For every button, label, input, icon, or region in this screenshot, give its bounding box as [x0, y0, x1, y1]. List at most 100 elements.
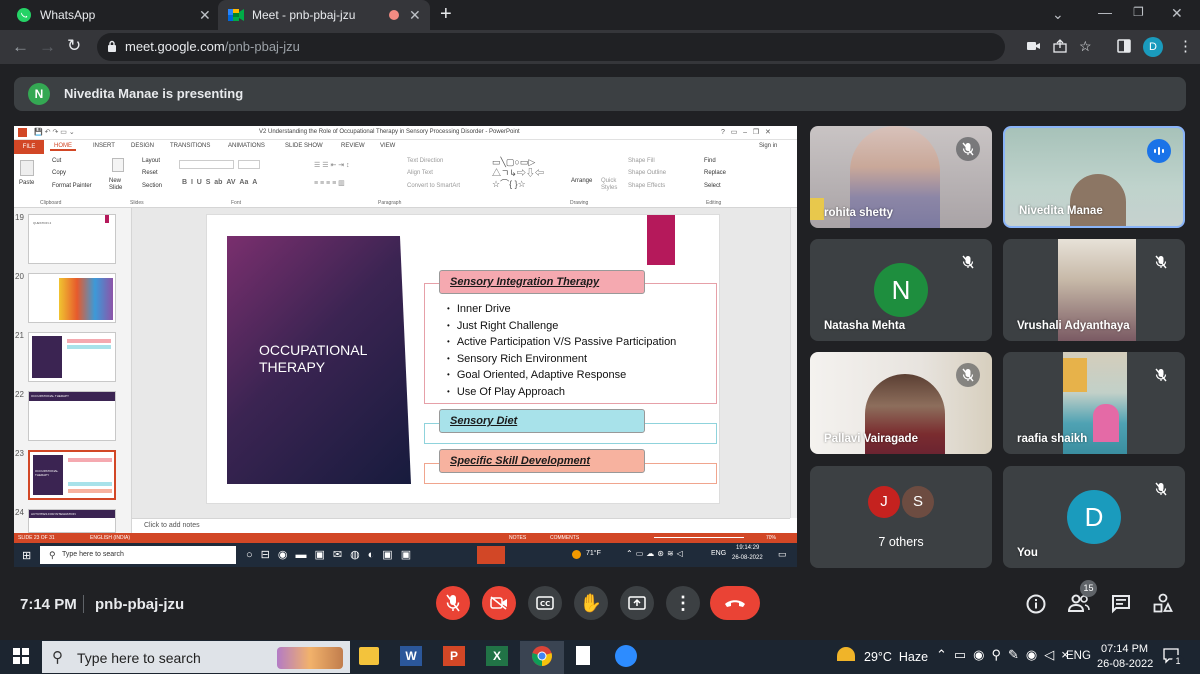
clock-date[interactable]: 26-08-2022: [1097, 658, 1153, 670]
language-indicator[interactable]: ENG: [1066, 650, 1091, 662]
comments-toggle[interactable]: COMMENTS: [550, 535, 579, 541]
tab-whatsapp[interactable]: WhatsApp: [8, 0, 216, 30]
mic-toggle-button[interactable]: [436, 586, 470, 620]
paste-button[interactable]: Paste: [19, 180, 34, 186]
bookmark-star-icon[interactable]: ☆: [1079, 38, 1092, 55]
slide-thumbnail[interactable]: OCCUPATIONAL THERAPY: [28, 391, 116, 441]
chat-icon[interactable]: [1111, 594, 1131, 614]
slide-thumbnail[interactable]: QUESTION 4: [28, 214, 116, 264]
slide-thumbnail[interactable]: [28, 273, 116, 323]
participant-tile[interactable]: Pallavi Vairagade: [810, 352, 992, 454]
profile-avatar[interactable]: D: [1143, 37, 1163, 57]
lock-icon[interactable]: [107, 40, 117, 52]
notepad-icon[interactable]: [576, 646, 590, 665]
share-icon[interactable]: [1053, 39, 1067, 53]
paste-icon[interactable]: [20, 160, 34, 176]
participant-tile[interactable]: raafia shaikh: [1003, 352, 1185, 454]
participant-tile[interactable]: N Natasha Mehta: [810, 239, 992, 341]
tab-meet[interactable]: Meet - pnb-pbaj-jzu: [218, 0, 430, 30]
font-name-select[interactable]: [179, 160, 234, 169]
font-format-icons[interactable]: B I U S ab AV Aa A: [182, 179, 257, 186]
arrange-button[interactable]: Arrange: [571, 178, 592, 184]
zoom-level[interactable]: 70%: [766, 535, 776, 541]
activities-icon[interactable]: [1153, 593, 1173, 613]
url-text[interactable]: meet.google.com/pnb-pbaj-jzu: [125, 39, 300, 54]
layout-button[interactable]: Layout: [142, 158, 160, 164]
leave-call-button[interactable]: [710, 586, 760, 620]
meeting-info-icon[interactable]: [1026, 594, 1046, 614]
reset-button[interactable]: Reset: [142, 170, 158, 176]
tab-design[interactable]: DESIGN: [131, 143, 154, 149]
powerpoint-icon[interactable]: P: [443, 646, 465, 666]
quick-styles-button[interactable]: Quick Styles: [601, 178, 623, 192]
tab-transitions[interactable]: TRANSITIONS: [170, 143, 210, 149]
tab-file[interactable]: FILE: [14, 140, 44, 154]
participant-tile-self[interactable]: D You: [1003, 466, 1185, 568]
inner-search-box[interactable]: Type here to search: [40, 546, 236, 564]
slide-thumbnail-selected[interactable]: OCCUPATIONAL THERAPY: [28, 450, 116, 500]
chevron-down-icon[interactable]: ⌄: [1052, 6, 1064, 23]
close-tab-icon[interactable]: ✕: [199, 7, 211, 24]
new-slide-icon[interactable]: [112, 158, 124, 172]
camera-toggle-button[interactable]: [482, 586, 516, 620]
windows-start-icon[interactable]: ⊞: [22, 549, 31, 562]
align-text-button[interactable]: Align Text: [407, 170, 433, 176]
tab-review[interactable]: REVIEW: [341, 143, 365, 149]
shape-effects-button[interactable]: Shape Effects: [628, 183, 665, 189]
zoom-slider[interactable]: [654, 537, 744, 538]
raise-hand-button[interactable]: ✋: [574, 586, 608, 620]
weather-text[interactable]: 29°C Haze: [864, 650, 928, 664]
tray-icons[interactable]: ⌃▭☁⊛≋◁: [626, 549, 686, 558]
slide-thumbnail[interactable]: [28, 332, 116, 382]
participant-tile-others[interactable]: J S 7 others: [810, 466, 992, 568]
close-tab-icon[interactable]: ✕: [409, 7, 421, 24]
close-window-icon[interactable]: ✕: [1171, 5, 1183, 22]
text-direction-button[interactable]: Text Direction: [407, 158, 443, 164]
copy-button[interactable]: Copy: [52, 170, 66, 176]
section-button[interactable]: Section: [142, 183, 162, 189]
more-menu-icon[interactable]: ⋮: [1178, 37, 1193, 55]
system-tray-icons[interactable]: ⌃▭◉⚲✎◉◁×: [936, 647, 1076, 663]
participant-tile[interactable]: Nivedita Manae: [1003, 126, 1185, 228]
notes-pane[interactable]: Click to add notes: [132, 518, 790, 533]
select-button[interactable]: Select: [704, 183, 721, 189]
more-options-button[interactable]: ⋮: [666, 586, 700, 620]
convert-smartart-button[interactable]: Convert to SmartArt: [407, 183, 460, 189]
font-size-select[interactable]: [238, 160, 260, 169]
windows-start-icon[interactable]: [13, 648, 29, 664]
captions-button[interactable]: CC: [528, 586, 562, 620]
shape-fill-button[interactable]: Shape Fill: [628, 158, 655, 164]
tab-view[interactable]: VIEW: [380, 143, 395, 149]
notes-toggle[interactable]: NOTES: [509, 535, 526, 541]
notification-icon[interactable]: ▭: [778, 549, 787, 560]
clock-time[interactable]: 07:14 PM: [1101, 643, 1148, 655]
shape-outline-button[interactable]: Shape Outline: [628, 170, 666, 176]
current-slide[interactable]: OCCUPATIONAL THERAPY Sensory Integration…: [206, 214, 720, 504]
participant-tile[interactable]: Vrushali Adyanthaya: [1003, 239, 1185, 341]
participant-tile[interactable]: rohita shetty: [810, 126, 992, 228]
list-icons[interactable]: ☰ ☰ ⇤ ⇥ ↕: [314, 161, 350, 169]
restore-icon[interactable]: ❐: [1133, 5, 1144, 19]
new-slide-button[interactable]: New Slide: [109, 178, 131, 192]
new-tab-icon[interactable]: +: [440, 3, 452, 26]
excel-icon[interactable]: X: [486, 646, 508, 666]
minimize-icon[interactable]: —: [1098, 4, 1112, 20]
back-icon[interactable]: ←: [12, 37, 29, 57]
tab-animations[interactable]: ANIMATIONS: [228, 143, 265, 149]
powerpoint-taskbar-icon[interactable]: [477, 546, 505, 564]
taskbar-app-icons[interactable]: ○⊟◉▬▣✉◍◐▣▣: [246, 548, 419, 561]
side-panel-icon[interactable]: [1117, 39, 1131, 53]
reload-icon[interactable]: ↻: [67, 36, 81, 56]
zoom-icon[interactable]: [615, 645, 637, 667]
camera-icon[interactable]: [1027, 40, 1041, 52]
align-icons[interactable]: ≡ ≡ ≡ ≡ ▥: [314, 179, 345, 187]
present-button[interactable]: [620, 586, 654, 620]
cut-button[interactable]: Cut: [52, 158, 61, 164]
tab-insert[interactable]: INSERT: [93, 143, 115, 149]
tab-slide-show[interactable]: SLIDE SHOW: [285, 143, 323, 149]
signin-link[interactable]: Sign in: [759, 143, 777, 149]
format-painter-button[interactable]: Format Painter: [52, 183, 92, 189]
shapes-gallery[interactable]: ▭╲▢○▭▷ △ㄱ↳⇨⇩⇦ ☆⌒{ }☆: [492, 157, 570, 190]
tab-home[interactable]: HOME: [50, 143, 76, 151]
file-explorer-icon[interactable]: [359, 647, 379, 665]
